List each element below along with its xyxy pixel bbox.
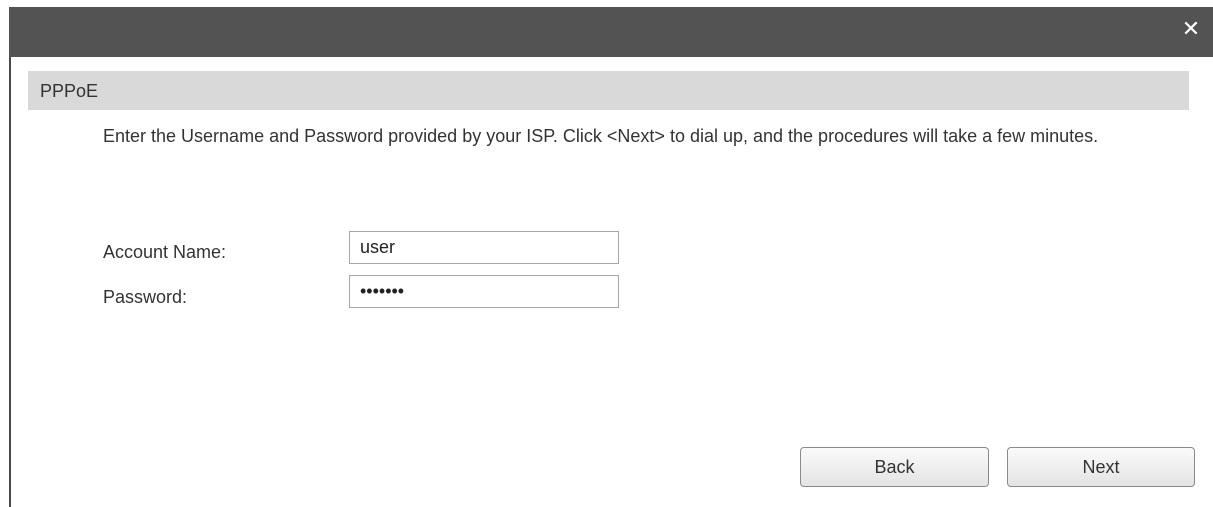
next-button[interactable]: Next (1007, 447, 1195, 487)
instructions-text: Enter the Username and Password provided… (103, 126, 1099, 146)
password-input[interactable] (349, 275, 619, 308)
close-icon[interactable]: ✕ (1179, 18, 1203, 42)
section-header: PPPoE (28, 71, 1189, 110)
password-label: Password: (103, 287, 188, 307)
section-title: PPPoE (40, 81, 99, 101)
account-name-label: Account Name: (103, 242, 227, 262)
back-button[interactable]: Back (800, 447, 989, 487)
dialog-titlebar: ✕ (9, 7, 1213, 57)
pppoe-dialog: ✕ PPPoE Enter the Username and Password … (9, 7, 1213, 507)
account-name-input[interactable] (349, 231, 619, 264)
